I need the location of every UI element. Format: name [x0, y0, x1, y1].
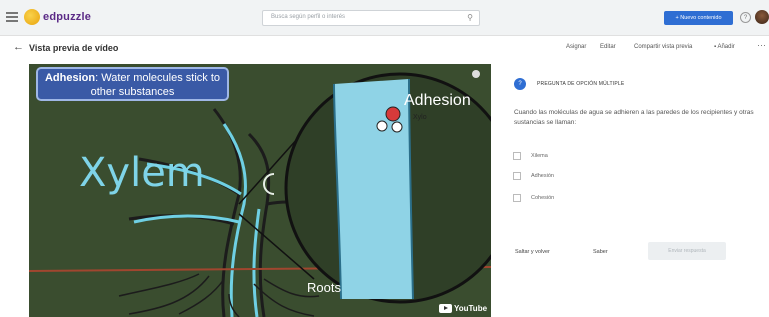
- option-checkbox[interactable]: [513, 194, 521, 202]
- app-logo[interactable]: edpuzzle: [24, 9, 91, 25]
- option-label: Xilema: [531, 153, 548, 159]
- question-type-icon: ?: [514, 78, 526, 90]
- submit-answer-button[interactable]: Enviar respuesta: [648, 242, 726, 260]
- option-checkbox[interactable]: [513, 172, 521, 180]
- roots-label: Roots: [307, 280, 341, 295]
- edit-link[interactable]: Editar: [600, 44, 616, 50]
- sub-header: ← Vista previa de vídeo Asignar Editar C…: [0, 36, 769, 60]
- xylo-label: Xylo: [413, 114, 427, 121]
- youtube-logo[interactable]: YouTube: [439, 304, 487, 313]
- logo-icon: [24, 9, 40, 25]
- avatar[interactable]: [755, 10, 769, 24]
- more-icon[interactable]: ⋯: [757, 40, 766, 51]
- top-bar: edpuzzle Busca según perfil o interés ⚲ …: [0, 0, 769, 36]
- assign-link[interactable]: Asignar: [566, 44, 586, 50]
- question-panel: ? PREGUNTA DE OPCIÓN MÚLTIPLE Cuando las…: [497, 64, 769, 317]
- search-placeholder: Busca según perfil o interés: [271, 14, 346, 20]
- question-text: Cuando las moléculas de agua se adhieren…: [514, 109, 754, 126]
- share-preview-link[interactable]: Compartir vista previa: [634, 44, 692, 50]
- youtube-label: YouTube: [454, 304, 488, 313]
- option-2[interactable]: Adhesión: [513, 172, 554, 180]
- menu-icon[interactable]: [6, 12, 18, 22]
- add-link[interactable]: ▪ Añadir: [714, 44, 735, 50]
- video-caption: Adhesion: Water molecules stick to other…: [36, 67, 229, 101]
- search-icon[interactable]: ⚲: [467, 13, 473, 22]
- option-checkbox[interactable]: [513, 152, 521, 160]
- search-input[interactable]: Busca según perfil o interés ⚲: [262, 10, 480, 26]
- app-name: edpuzzle: [43, 11, 92, 23]
- caption-rest: : Water molecules stick to other substan…: [90, 72, 221, 98]
- xylem-label: Xylem: [79, 150, 205, 196]
- question-type-label: PREGUNTA DE OPCIÓN MÚLTIPLE: [537, 81, 625, 87]
- back-arrow-icon[interactable]: ←: [13, 41, 24, 53]
- page-title: Vista previa de vídeo: [29, 43, 119, 53]
- option-label: Adhesión: [531, 173, 554, 179]
- youtube-icon: [439, 304, 452, 313]
- adhesion-label: Adhesion: [404, 92, 471, 109]
- caption-term: Adhesion: [44, 72, 96, 84]
- skip-button[interactable]: Saltar y volver: [515, 249, 550, 255]
- help-icon[interactable]: ?: [740, 12, 751, 23]
- video-player[interactable]: Adhesion: Water molecules stick to other…: [29, 64, 491, 317]
- hint-button[interactable]: Saber: [593, 249, 608, 255]
- option-label: Cohesión: [531, 195, 555, 201]
- option-3[interactable]: Cohesión: [513, 194, 554, 202]
- option-1[interactable]: Xilema: [513, 152, 548, 160]
- new-content-button[interactable]: + Nuevo contenido: [664, 11, 733, 25]
